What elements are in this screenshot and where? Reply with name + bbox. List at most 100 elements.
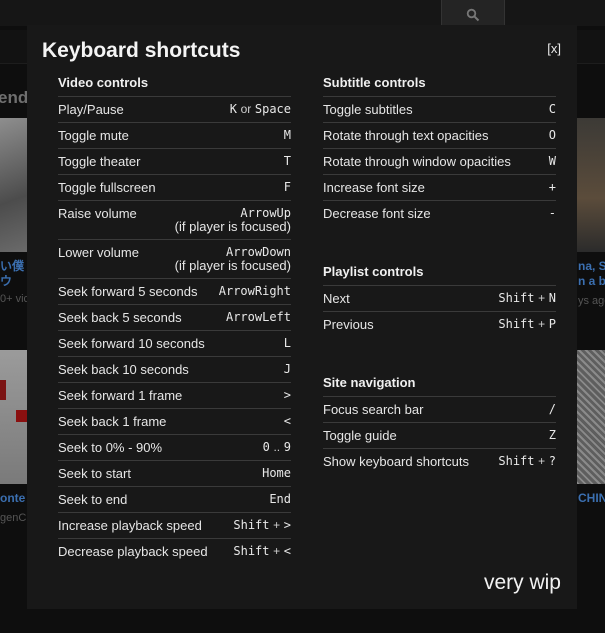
key-cap: M bbox=[283, 128, 291, 142]
background-video-title[interactable]: na, Sl bbox=[578, 259, 605, 273]
shortcut-list-site: Focus search bar / Toggle guide Z Show keybo… bbox=[323, 396, 556, 474]
key-cap: + bbox=[548, 180, 556, 194]
shortcut-row: Lower volume ArrowDown (if player is focus… bbox=[58, 239, 291, 278]
search-icon bbox=[466, 8, 480, 22]
shortcut-row: Raise volume ArrowUp (if player is focused… bbox=[58, 200, 291, 239]
shortcut-keys: T bbox=[284, 154, 291, 168]
key-cap: Shift bbox=[498, 454, 535, 468]
shortcut-keys: ArrowUp (if player is focused) bbox=[174, 206, 291, 234]
background-video-title[interactable]: n a bi bbox=[578, 274, 605, 288]
key-cap: ArrowLeft bbox=[225, 310, 291, 324]
section-title-subtitle-controls: Subtitle controls bbox=[323, 75, 426, 90]
section-title-playlist-controls: Playlist controls bbox=[323, 264, 424, 279]
key-cap: 0 bbox=[262, 440, 270, 454]
key-cap: ArrowRight bbox=[218, 284, 291, 298]
shortcut-row: Next Shift + N bbox=[323, 285, 556, 311]
shortcut-list-video: Play/Pause K or Space Toggle mute M Toggle t… bbox=[58, 96, 291, 564]
shortcut-keys: Shift + N bbox=[498, 291, 556, 305]
key-separator: + bbox=[273, 544, 281, 558]
shortcut-row: Seek back 10 seconds J bbox=[58, 356, 291, 382]
key-cap: < bbox=[283, 414, 291, 428]
key-separator: + bbox=[273, 518, 281, 532]
section-title-video-controls: Video controls bbox=[58, 75, 149, 90]
shortcut-label: Rotate through window opacities bbox=[323, 154, 511, 169]
key-cap: Shift bbox=[233, 544, 270, 558]
background-video-title[interactable]: ウ bbox=[0, 272, 27, 289]
shortcut-keys: M bbox=[284, 128, 291, 142]
shortcut-label: Seek forward 5 seconds bbox=[58, 284, 198, 299]
shortcut-row: Seek forward 10 seconds L bbox=[58, 330, 291, 356]
shortcut-label: Toggle fullscreen bbox=[58, 180, 156, 195]
key-cap: / bbox=[548, 402, 556, 416]
key-cap: Shift bbox=[233, 518, 270, 532]
shortcut-keys: Shift + < bbox=[233, 544, 291, 558]
background-video-meta: genCl bbox=[0, 512, 27, 524]
background-video-meta: 0+ vic bbox=[0, 293, 27, 305]
background-thumbnail[interactable] bbox=[577, 118, 605, 252]
key-cap: - bbox=[548, 206, 556, 220]
key-separator: .. bbox=[273, 440, 281, 454]
background-thumbnail[interactable] bbox=[577, 350, 605, 484]
shortcut-note: (if player is focused) bbox=[174, 258, 291, 273]
shortcut-list-subtitle: Toggle subtitles C Rotate through text opa… bbox=[323, 96, 556, 226]
key-cap: Z bbox=[548, 428, 556, 442]
background-video-title[interactable]: CHIN bbox=[578, 491, 605, 505]
shortcut-keys: > bbox=[284, 388, 291, 402]
shortcut-label: Decrease font size bbox=[323, 206, 431, 221]
shortcut-row: Toggle subtitles C bbox=[323, 96, 556, 122]
background-top-bar bbox=[0, 0, 605, 26]
key-separator: or bbox=[240, 102, 252, 116]
shortcut-label: Seek to 0% - 90% bbox=[58, 440, 163, 455]
key-separator: + bbox=[538, 454, 546, 468]
shortcut-row: Toggle guide Z bbox=[323, 422, 556, 448]
background-video-title[interactable]: onte bbox=[0, 491, 27, 505]
key-cap: < bbox=[283, 544, 291, 558]
shortcut-row: Focus search bar / bbox=[323, 396, 556, 422]
shortcut-row: Seek back 1 frame < bbox=[58, 408, 291, 434]
key-separator: + bbox=[538, 291, 546, 305]
shortcut-row: Play/Pause K or Space bbox=[58, 96, 291, 122]
shortcut-row: Toggle mute M bbox=[58, 122, 291, 148]
shortcut-keys: O bbox=[549, 128, 556, 142]
key-cap: Shift bbox=[498, 291, 535, 305]
shortcut-row: Seek forward 1 frame > bbox=[58, 382, 291, 408]
shortcut-keys: K or Space bbox=[230, 102, 291, 116]
shortcut-keys: Z bbox=[549, 428, 556, 442]
shortcut-label: Seek back 1 frame bbox=[58, 414, 167, 429]
shortcut-row: Rotate through window opacities W bbox=[323, 148, 556, 174]
shortcut-row: Seek forward 5 seconds ArrowRight bbox=[58, 278, 291, 304]
shortcut-note: (if player is focused) bbox=[174, 219, 291, 234]
shortcut-row: Show keyboard shortcuts Shift + ? bbox=[323, 448, 556, 474]
shortcut-label: Toggle guide bbox=[323, 428, 397, 443]
shortcut-keys: End bbox=[269, 492, 291, 506]
shortcut-row: Seek to end End bbox=[58, 486, 291, 512]
key-cap: ArrowDown bbox=[225, 245, 291, 259]
right-column: Subtitle controls Toggle subtitles C Rotat… bbox=[323, 75, 556, 474]
shortcut-keys: ArrowDown (if player is focused) bbox=[174, 245, 291, 273]
key-cap: > bbox=[283, 518, 291, 532]
shortcut-label: Increase font size bbox=[323, 180, 425, 195]
background-thumbnail[interactable] bbox=[0, 118, 30, 252]
shortcut-keys: Shift + > bbox=[233, 518, 291, 532]
background-thumbnail[interactable] bbox=[0, 350, 30, 484]
shortcut-keys: ArrowLeft bbox=[226, 310, 291, 324]
shortcut-label: Raise volume bbox=[58, 206, 137, 221]
close-button[interactable]: [x] bbox=[547, 41, 561, 56]
shortcut-label: Decrease playback speed bbox=[58, 544, 208, 559]
shortcut-label: Show keyboard shortcuts bbox=[323, 454, 469, 469]
shortcut-keys: L bbox=[284, 336, 291, 350]
shortcut-keys: W bbox=[549, 154, 556, 168]
shortcut-label: Seek to end bbox=[58, 492, 128, 507]
shortcut-keys: - bbox=[549, 206, 556, 220]
key-cap: End bbox=[269, 492, 291, 506]
footer-note: very wip bbox=[483, 571, 561, 594]
key-cap: Space bbox=[254, 102, 291, 116]
background-video-meta: ys ago bbox=[578, 295, 605, 307]
key-cap: Home bbox=[262, 466, 291, 480]
shortcut-label: Next bbox=[323, 291, 350, 306]
key-cap: L bbox=[283, 336, 291, 350]
left-column: Video controls Play/Pause K or Space Toggl… bbox=[58, 75, 291, 564]
shortcut-label: Play/Pause bbox=[58, 102, 124, 117]
